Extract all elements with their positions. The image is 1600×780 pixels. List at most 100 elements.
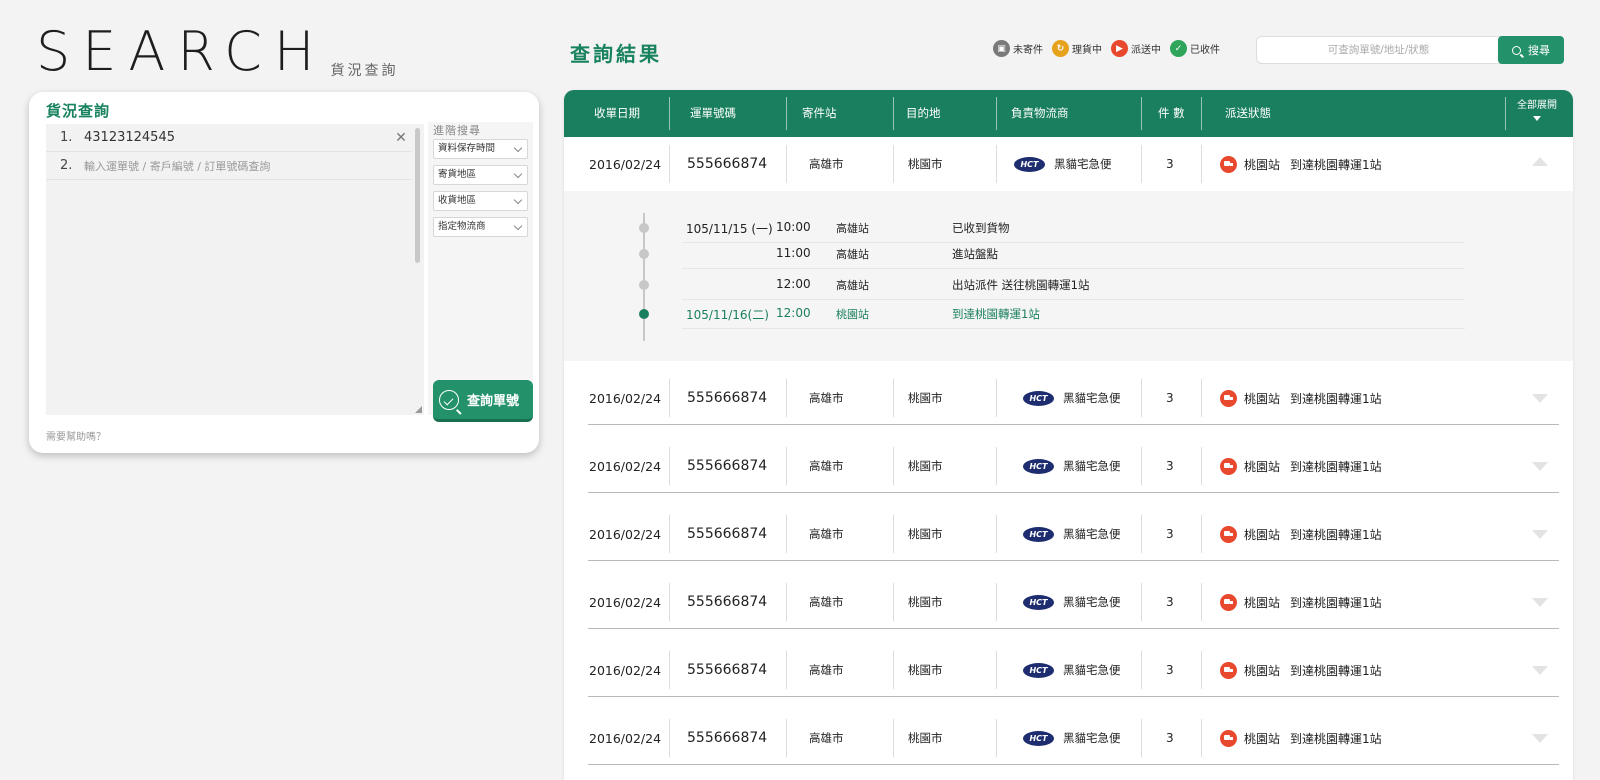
- table-row[interactable]: 2016/02/24 555666874 高雄市 桃園市 HCT 黑貓宅急便 3 桃園站 到達桃…: [564, 371, 1573, 425]
- status-text: 到達桃園轉運1站: [1290, 527, 1382, 542]
- expand-all-button[interactable]: 全部展開: [1517, 99, 1557, 121]
- cell-date: 2016/02/24: [589, 156, 662, 172]
- line-value[interactable]: 43123124545: [84, 130, 394, 145]
- table-row[interactable]: 2016/02/24 555666874 高雄市 桃園市 HCT 黑貓宅急便 3 桃園站 到達桃…: [564, 439, 1573, 493]
- filter-carrier[interactable]: 指定物流商: [433, 217, 528, 237]
- cell-divider: [1201, 379, 1202, 417]
- status-station: 桃園站: [1244, 527, 1281, 542]
- row-divider: [588, 424, 1559, 425]
- textarea-scrollbar[interactable]: [415, 128, 420, 411]
- status-station: 桃園站: [1244, 459, 1281, 474]
- cell-divider: [996, 515, 997, 553]
- cell-divider: [786, 145, 787, 183]
- cell-quantity: 3: [1166, 391, 1174, 405]
- results-search-input[interactable]: 可查詢單號/地址/狀態: [1256, 36, 1501, 64]
- cell-destination: 桃園市: [908, 391, 943, 405]
- cell-divider: [786, 379, 787, 417]
- cell-tracking-number[interactable]: 555666874: [687, 137, 767, 191]
- cell-divider: [1201, 515, 1202, 553]
- results-title: 查詢結果: [570, 42, 662, 66]
- query-card: 貨況查詢 1. 43123124545 ✕ 2. 輸入運單號 / 寄戶編號 / …: [29, 92, 539, 453]
- cell-tracking-number[interactable]: 555666874: [687, 507, 767, 561]
- cell-tracking-number[interactable]: 555666874: [687, 439, 767, 493]
- event-time: 12:00: [776, 306, 811, 320]
- tracking-number-textarea[interactable]: 1. 43123124545 ✕ 2. 輸入運單號 / 寄戶編號 / 訂單號碼查…: [46, 124, 424, 415]
- cell-divider: [1141, 447, 1142, 485]
- carrier-logo: HCT: [1023, 594, 1054, 610]
- carrier-name: 黑貓宅急便: [1054, 157, 1112, 171]
- expand-row-icon[interactable]: [1532, 462, 1548, 471]
- query-line[interactable]: 2. 輸入運單號 / 寄戶編號 / 訂單號碼查詢: [46, 152, 412, 180]
- header-divider: [1141, 97, 1142, 130]
- legend-sorting: ↻ 理貨中: [1052, 40, 1102, 57]
- cell-tracking-number[interactable]: 555666874: [687, 371, 767, 425]
- close-icon[interactable]: ✕: [394, 130, 408, 146]
- status-text: 到達桃園轉運1站: [1290, 663, 1382, 678]
- header-to: 目的地: [906, 106, 941, 120]
- line-number: 2.: [60, 158, 73, 173]
- cell-quantity: 3: [1166, 663, 1174, 677]
- legend-label: 已收件: [1190, 45, 1220, 56]
- results-search-button[interactable]: 搜尋: [1498, 36, 1564, 64]
- cell-tracking-number[interactable]: 555666874: [687, 643, 767, 697]
- query-submit-button[interactable]: 查詢單號: [433, 380, 533, 422]
- cell-tracking-number[interactable]: 555666874: [687, 711, 767, 765]
- cell-divider: [1201, 583, 1202, 621]
- expand-row-icon[interactable]: [1532, 394, 1548, 403]
- truck-icon: [1220, 155, 1237, 173]
- filter-retention-period[interactable]: 資料保存時間: [433, 139, 528, 159]
- status-text: 到達桃園轉運1站: [1290, 595, 1382, 610]
- expand-row-icon[interactable]: [1532, 734, 1548, 743]
- cell-divider: [996, 447, 997, 485]
- filter-receiver-region[interactable]: 收貨地區: [433, 191, 528, 211]
- line-placeholder[interactable]: 輸入運單號 / 寄戶編號 / 訂單號碼查詢: [84, 158, 412, 174]
- filter-label: 指定物流商: [438, 221, 486, 232]
- cell-divider: [669, 719, 670, 757]
- cell-divider: [669, 145, 670, 183]
- cell-divider: [1141, 145, 1142, 183]
- table-row[interactable]: 2016/02/24 555666874 高雄市 桃園市 HCT 黑貓宅急便 3 桃園站 到達桃…: [564, 507, 1573, 561]
- cell-origin-station: 高雄市: [809, 595, 844, 609]
- cell-divider: [1201, 719, 1202, 757]
- cell-divider: [996, 719, 997, 757]
- event-time: 10:00: [776, 220, 811, 234]
- cell-destination: 桃園市: [908, 157, 943, 171]
- cell-date: 2016/02/24: [589, 526, 662, 542]
- resize-handle-icon[interactable]: [415, 406, 422, 413]
- table-header: 收單日期 運單號碼 寄件站 目的地 負責物流商 件 數 派送狀態 全部展開: [564, 90, 1573, 137]
- cell-divider: [893, 515, 894, 553]
- legend-label: 理貨中: [1072, 45, 1102, 56]
- table-row[interactable]: 2016/02/24 555666874 高雄市 桃園市 HCT 黑貓宅急便 3 桃園站 到達桃…: [564, 137, 1573, 191]
- cell-divider: [669, 379, 670, 417]
- cell-tracking-number[interactable]: 555666874: [687, 575, 767, 629]
- cell-origin-station: 高雄市: [809, 731, 844, 745]
- cell-delivery-status: 桃園站 到達桃園轉運1站: [1220, 711, 1382, 765]
- expand-row-icon[interactable]: [1532, 598, 1548, 607]
- filter-label: 寄貨地區: [438, 169, 477, 180]
- event-message: 進站盤點: [952, 247, 998, 261]
- status-text: 到達桃園轉運1站: [1290, 391, 1382, 406]
- query-line[interactable]: 1. 43123124545 ✕: [46, 124, 412, 152]
- cell-destination: 桃園市: [908, 459, 943, 473]
- cell-date: 2016/02/24: [589, 662, 662, 678]
- cell-divider: [786, 583, 787, 621]
- header-number: 運單號碼: [690, 106, 736, 120]
- table-row[interactable]: 2016/02/24 555666874 高雄市 桃園市 HCT 黑貓宅急便 3 桃園站 到達桃…: [564, 711, 1573, 765]
- cell-origin-station: 高雄市: [809, 459, 844, 473]
- table-row[interactable]: 2016/02/24 555666874 高雄市 桃園市 HCT 黑貓宅急便 3 桃園站 到達桃…: [564, 575, 1573, 629]
- help-link[interactable]: 需要幫助嗎？: [46, 428, 106, 443]
- cell-divider: [893, 379, 894, 417]
- carrier-name: 黑貓宅急便: [1063, 663, 1121, 677]
- expand-row-icon[interactable]: [1532, 530, 1548, 539]
- expand-row-icon[interactable]: [1532, 666, 1548, 675]
- table-row[interactable]: 2016/02/24 555666874 高雄市 桃園市 HCT 黑貓宅急便 3 桃園站 到達桃…: [564, 643, 1573, 697]
- collapse-row-icon[interactable]: [1532, 157, 1548, 166]
- scrollbar-thumb[interactable]: [415, 128, 420, 263]
- filter-sender-region[interactable]: 寄貨地區: [433, 165, 528, 185]
- cell-divider: [786, 447, 787, 485]
- status-station: 桃園站: [1244, 663, 1281, 678]
- event-message: 出站派件 送往桃園轉運1站: [952, 278, 1090, 292]
- header-divider: [786, 97, 787, 130]
- truck-icon: ▶: [1111, 40, 1128, 57]
- status-text: 到達桃園轉運1站: [1290, 157, 1382, 172]
